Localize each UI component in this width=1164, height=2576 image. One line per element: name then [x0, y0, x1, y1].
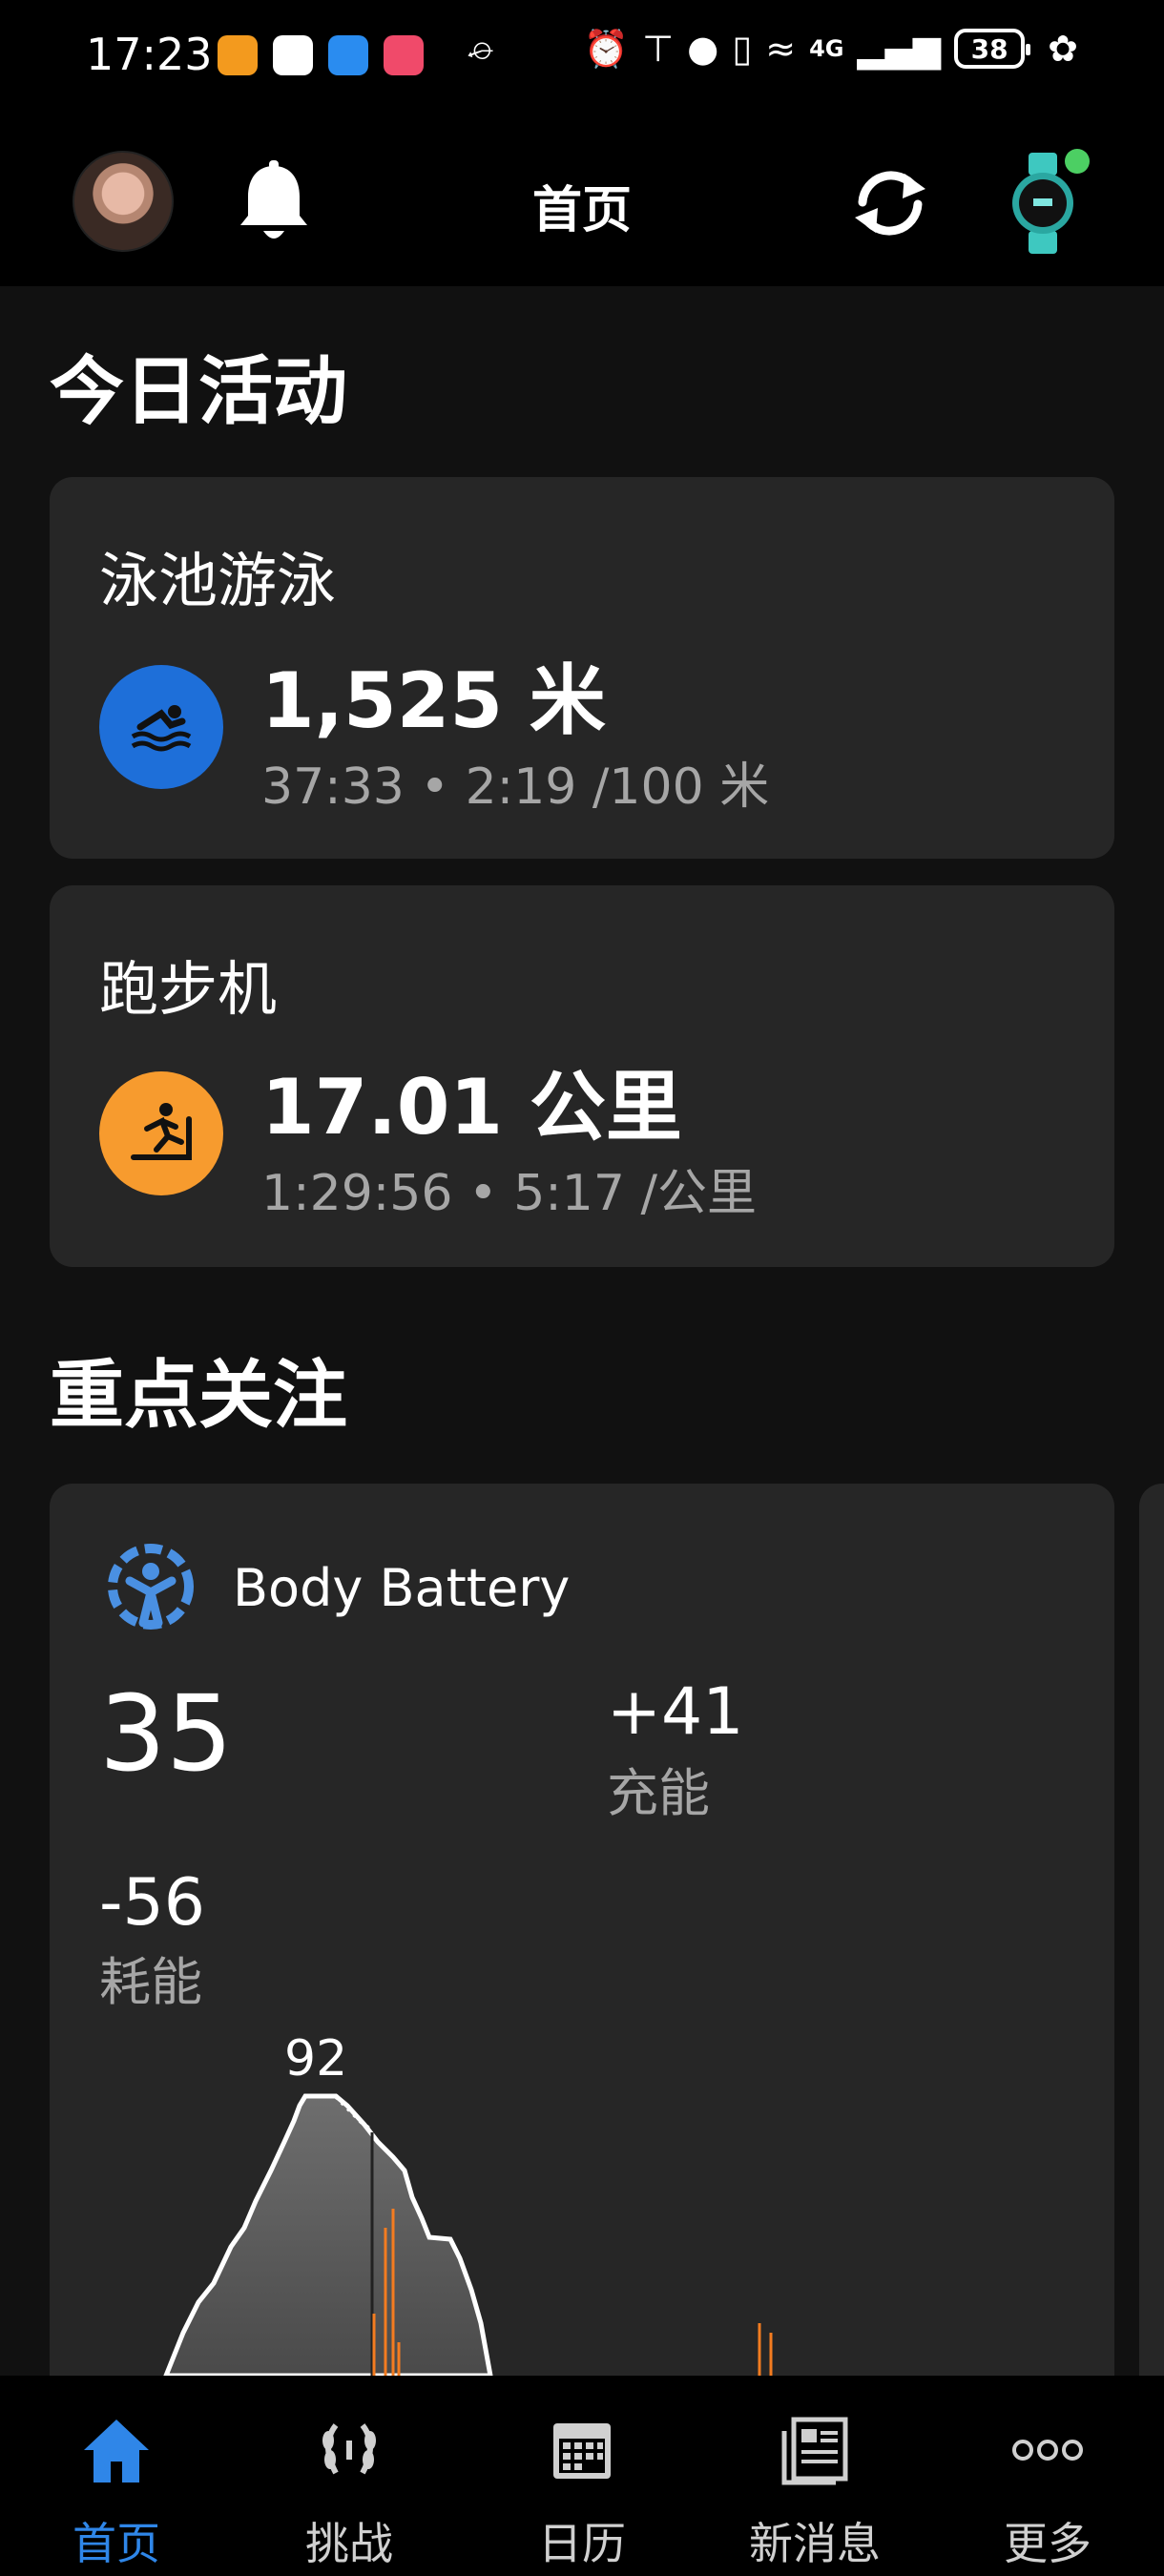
nav-calendar[interactable]: 日历: [466, 2376, 698, 2576]
more-icon: [1012, 2440, 1083, 2461]
notification-app-icon: [384, 35, 424, 75]
alarm-icon: ⏰: [583, 28, 630, 70]
activity-name: 跑步机: [99, 954, 278, 1024]
activity-distance: 17.01 公里: [261, 1063, 682, 1152]
battery-indicator: 38: [954, 29, 1031, 69]
activity-name: 泳池游泳: [99, 546, 337, 615]
nav-label: 首页: [73, 2518, 160, 2569]
network-type: 4G: [809, 35, 844, 62]
vibrate-icon: ▯: [732, 28, 753, 70]
newsfeed-icon: [781, 2417, 848, 2485]
status-bar: 17:23 ⌮ ⏰ ⊤ ● ▯ ≈ 4G ▂▄▆ 38 ✿: [0, 0, 1164, 114]
page-title: 首页: [531, 182, 632, 239]
treadmill-icon: [99, 1071, 223, 1195]
activity-distance: 1,525 米: [261, 656, 606, 745]
nav-label: 新消息: [749, 2518, 881, 2569]
section-title-highlights: 重点关注: [50, 1353, 348, 1439]
status-time: 17:23: [86, 29, 213, 80]
section-title-today: 今日活动: [50, 349, 348, 435]
activity-details: 1:29:56 • 5:17 /公里: [261, 1165, 758, 1222]
laurel-icon: [322, 2423, 376, 2475]
notification-app-icon: [218, 35, 258, 75]
nav-home[interactable]: 首页: [0, 2376, 233, 2576]
app-header: 首页: [0, 114, 1164, 286]
status-icons: ⌮ ⏰ ⊤ ● ▯ ≈ 4G ▂▄▆ 38 ✿: [467, 29, 1078, 69]
activity-card-swimming[interactable]: 泳池游泳 1,525 米 37:33 • 2:19 /100 米: [50, 477, 1114, 859]
nav-more[interactable]: 更多: [931, 2376, 1164, 2576]
device-connected-dot: [1065, 149, 1090, 174]
activity-details: 37:33 • 2:19 /100 米: [261, 758, 770, 816]
body-battery-peak-label: 92: [284, 2030, 347, 2088]
next-card-peek[interactable]: [1139, 1484, 1164, 2438]
notification-app-icon: [328, 35, 368, 75]
nfc-icon: ⌮: [467, 28, 494, 70]
sync-icon[interactable]: [847, 160, 933, 246]
nav-label: 挑战: [305, 2518, 393, 2569]
bluetooth-icon: ⊤: [642, 28, 675, 70]
leaf-icon: ✿: [1048, 28, 1078, 70]
nav-label: 日历: [538, 2518, 626, 2569]
activity-card-treadmill[interactable]: 跑步机 17.01 公里 1:29:56 • 5:17 /公里: [50, 885, 1114, 1267]
body-battery-area: [162, 2093, 493, 2379]
swimming-icon: [99, 665, 223, 789]
home-icon: [84, 2420, 149, 2483]
bottom-navigation: 首页 挑战 日历 新消息 更多: [0, 2376, 1164, 2576]
body-battery-card[interactable]: Body Battery 35 +41 充能 -56 耗能 92: [50, 1484, 1114, 2438]
calendar-icon: [553, 2423, 611, 2479]
signal-icon: ▂▄▆: [857, 28, 942, 70]
nav-label: 更多: [1004, 2518, 1091, 2569]
nav-challenges[interactable]: 挑战: [233, 2376, 466, 2576]
body-battery-chart: 92: [162, 2030, 773, 2379]
location-icon: ●: [687, 28, 719, 70]
wifi-icon: ≈: [765, 28, 797, 70]
nav-newsfeed[interactable]: 新消息: [698, 2376, 931, 2576]
notification-app-icon: [273, 35, 313, 75]
